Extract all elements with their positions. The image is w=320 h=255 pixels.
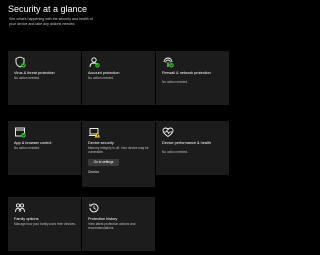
tile-app-browser-control[interactable]: App & browser control No action needed. (8, 121, 81, 175)
tile-family-options[interactable]: Family options Manage how your family us… (8, 197, 81, 251)
tile-status: Manage how your family uses their device… (14, 222, 76, 226)
tile-name: App & browser control (14, 141, 52, 145)
tile-status: No action needed. (88, 76, 114, 80)
tile-status: View latest protection actions and recom… (88, 222, 136, 230)
tile-account-protection[interactable]: Account protection No action needed. (82, 51, 155, 105)
page-subtitle: See what's happening with the security a… (9, 17, 93, 26)
tile-firewall-network-protection[interactable]: Firewall & network protection No action … (156, 51, 229, 105)
tile-name: Device security (88, 141, 114, 145)
tile-status: Memory integrity is off. Your device may… (88, 146, 149, 154)
tile-status: No action needed. (162, 80, 188, 84)
tile-name: Protection history (88, 217, 118, 221)
tile-status: No action needed. (162, 150, 188, 154)
heart-pulse-icon (162, 127, 174, 138)
page-title: Security at a glance (8, 4, 88, 14)
tile-status: No action needed. (14, 146, 40, 150)
person-icon (89, 57, 100, 68)
tile-virus-threat-protection[interactable]: Virus & threat protection No action need… (8, 51, 81, 105)
tile-device-security[interactable]: Device security Memory integrity is off.… (82, 121, 155, 187)
family-icon (15, 203, 25, 213)
app-window-icon (15, 127, 26, 138)
history-icon (89, 203, 99, 213)
dismiss-link[interactable]: Dismiss (88, 170, 99, 174)
tile-status: No action needed. (14, 76, 40, 80)
tile-name: Virus & threat protection (14, 71, 55, 75)
tile-name: Firewall & network protection (162, 71, 211, 75)
tile-name: Account protection (88, 71, 120, 75)
go-to-settings-button[interactable]: Go to settings (88, 159, 119, 166)
shield-icon (15, 56, 26, 68)
tile-protection-history[interactable]: Protection history View latest protectio… (82, 197, 155, 251)
tile-device-performance-health[interactable]: Device performance & health No action ne… (156, 121, 229, 175)
wifi-signal-icon (163, 57, 174, 68)
tile-name: Family options (14, 217, 39, 221)
tile-name: Device performance & health (162, 141, 211, 145)
laptop-icon (88, 128, 100, 138)
